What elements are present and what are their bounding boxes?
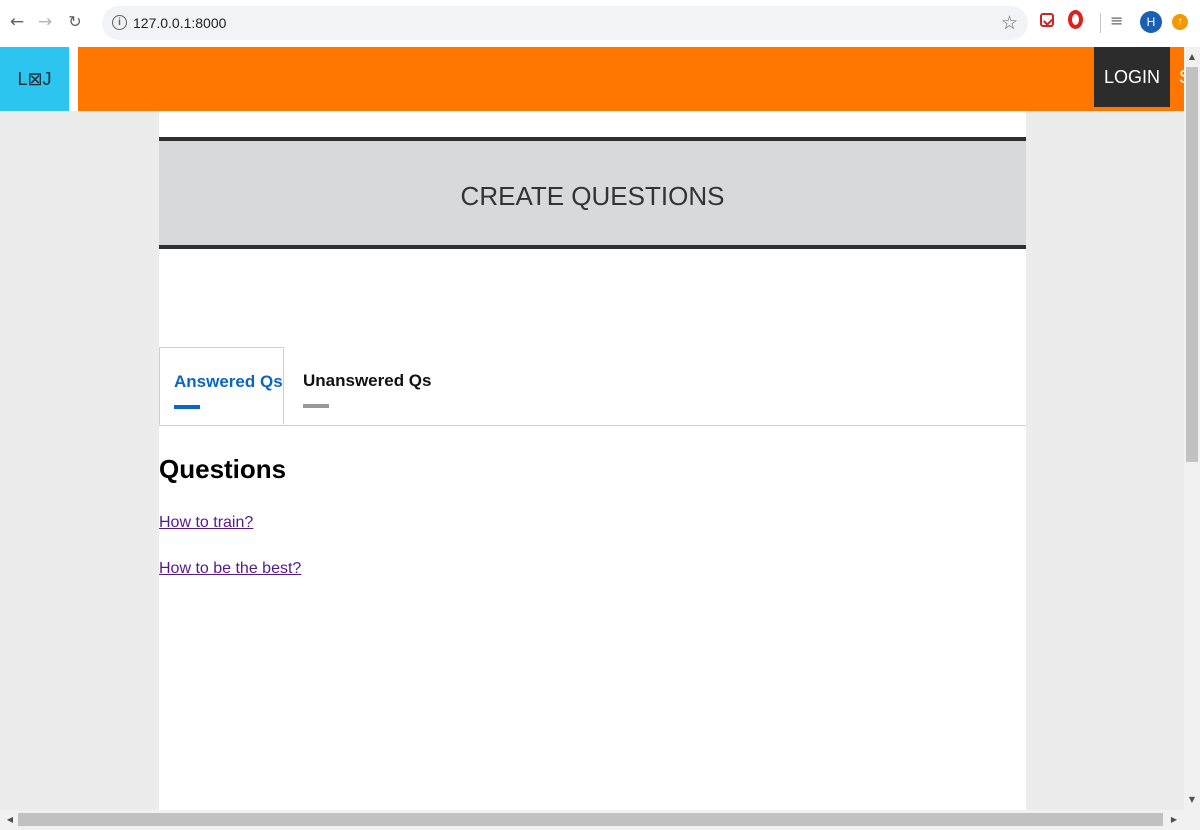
site-logo[interactable]: L⊠J [0, 47, 69, 111]
vertical-scroll-thumb[interactable] [1186, 67, 1198, 462]
media-playlist-icon[interactable]: ≡ [1110, 11, 1123, 30]
reload-icon[interactable]: ↻ [64, 10, 86, 34]
nav-bar: LOGIN SIGN UP [78, 47, 1200, 111]
address-bar[interactable]: i 127.0.0.1:8000 ☆ [102, 6, 1028, 40]
site-header: L⊠J LOGIN SIGN UP [0, 47, 1200, 111]
tab-label: Answered Qs [174, 372, 283, 391]
browser-toolbar: ← → ↻ i 127.0.0.1:8000 ☆ ≡ H ↑ [0, 0, 1200, 48]
update-icon[interactable]: ↑ [1172, 14, 1188, 30]
opera-icon[interactable] [1068, 10, 1083, 29]
login-button[interactable]: LOGIN [1094, 47, 1170, 107]
pocket-icon[interactable] [1040, 13, 1054, 27]
url-text[interactable]: 127.0.0.1:8000 [133, 15, 226, 31]
page-banner: CREATE QUESTIONS [159, 137, 1026, 249]
scroll-left-icon[interactable]: ◀ [2, 812, 18, 828]
question-link[interactable]: How to train? [159, 514, 253, 532]
scroll-down-icon[interactable]: ▼ [1184, 792, 1200, 808]
bookmark-star-icon[interactable]: ☆ [1001, 12, 1018, 34]
scroll-right-icon[interactable]: ▶ [1166, 812, 1182, 828]
horizontal-scrollbar[interactable]: ◀ ▶ [0, 810, 1200, 830]
page-title: CREATE QUESTIONS [460, 181, 725, 211]
question-link[interactable]: How to be the best? [159, 560, 301, 578]
questions-heading: Questions [159, 454, 287, 484]
info-icon[interactable]: i [112, 15, 127, 30]
tab-indicator [303, 404, 329, 408]
back-icon[interactable]: ← [6, 10, 28, 34]
forward-icon[interactable]: → [34, 10, 56, 34]
horizontal-scroll-thumb[interactable] [18, 813, 1163, 826]
tab-label: Unanswered Qs [303, 371, 432, 390]
toolbar-divider [1100, 13, 1101, 33]
scroll-up-icon[interactable]: ▲ [1184, 49, 1200, 65]
tab-answered[interactable]: Answered Qs [159, 347, 284, 425]
profile-avatar[interactable]: H [1140, 11, 1162, 33]
tab-active-indicator [174, 405, 200, 409]
main-content: CREATE QUESTIONS Answered Qs Unanswered … [159, 111, 1026, 810]
vertical-scrollbar[interactable]: ▲ ▼ [1184, 47, 1200, 810]
question-tabs: Answered Qs Unanswered Qs [159, 347, 1026, 426]
tab-unanswered[interactable]: Unanswered Qs [284, 347, 434, 425]
